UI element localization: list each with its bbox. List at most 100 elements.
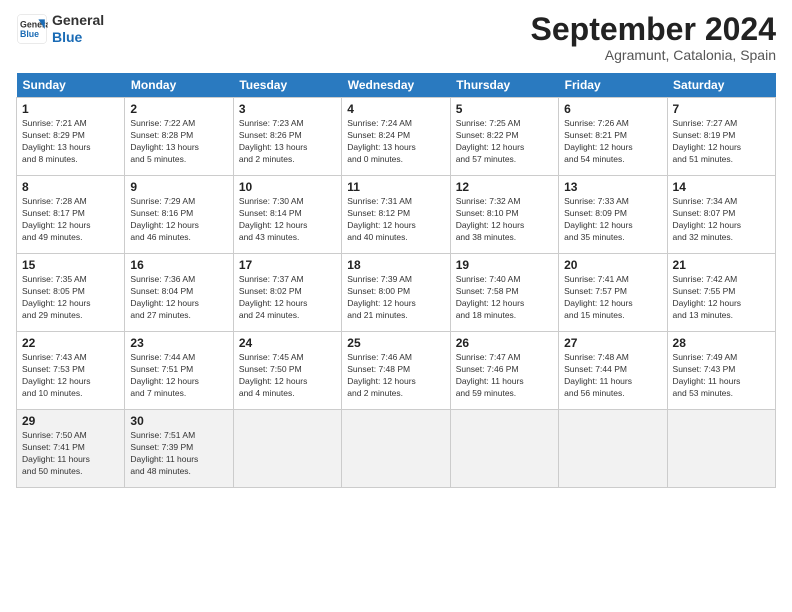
day-number: 24 bbox=[239, 336, 336, 350]
day-number: 21 bbox=[673, 258, 770, 272]
header-wednesday: Wednesday bbox=[342, 73, 450, 98]
day-info: Sunrise: 7:42 AM Sunset: 7:55 PM Dayligh… bbox=[673, 274, 770, 322]
day-info: Sunrise: 7:46 AM Sunset: 7:48 PM Dayligh… bbox=[347, 352, 444, 400]
day-info: Sunrise: 7:51 AM Sunset: 7:39 PM Dayligh… bbox=[130, 430, 227, 478]
day-number: 16 bbox=[130, 258, 227, 272]
calendar-row: 22Sunrise: 7:43 AM Sunset: 7:53 PM Dayli… bbox=[17, 332, 776, 410]
day-info: Sunrise: 7:25 AM Sunset: 8:22 PM Dayligh… bbox=[456, 118, 553, 166]
logo-general: General bbox=[52, 12, 104, 29]
table-row: 11Sunrise: 7:31 AM Sunset: 8:12 PM Dayli… bbox=[342, 176, 450, 254]
day-number: 7 bbox=[673, 102, 770, 116]
table-row: 6Sunrise: 7:26 AM Sunset: 8:21 PM Daylig… bbox=[559, 98, 667, 176]
table-row: 18Sunrise: 7:39 AM Sunset: 8:00 PM Dayli… bbox=[342, 254, 450, 332]
day-number: 29 bbox=[22, 414, 119, 428]
day-info: Sunrise: 7:41 AM Sunset: 7:57 PM Dayligh… bbox=[564, 274, 661, 322]
location-subtitle: Agramunt, Catalonia, Spain bbox=[531, 47, 776, 63]
day-info: Sunrise: 7:32 AM Sunset: 8:10 PM Dayligh… bbox=[456, 196, 553, 244]
day-info: Sunrise: 7:40 AM Sunset: 7:58 PM Dayligh… bbox=[456, 274, 553, 322]
table-row: 19Sunrise: 7:40 AM Sunset: 7:58 PM Dayli… bbox=[450, 254, 558, 332]
day-number: 28 bbox=[673, 336, 770, 350]
day-info: Sunrise: 7:28 AM Sunset: 8:17 PM Dayligh… bbox=[22, 196, 119, 244]
day-info: Sunrise: 7:27 AM Sunset: 8:19 PM Dayligh… bbox=[673, 118, 770, 166]
day-info: Sunrise: 7:36 AM Sunset: 8:04 PM Dayligh… bbox=[130, 274, 227, 322]
table-row: 25Sunrise: 7:46 AM Sunset: 7:48 PM Dayli… bbox=[342, 332, 450, 410]
day-number: 10 bbox=[239, 180, 336, 194]
page: General Blue General Blue September 2024… bbox=[0, 0, 792, 612]
day-number: 30 bbox=[130, 414, 227, 428]
day-number: 27 bbox=[564, 336, 661, 350]
day-info: Sunrise: 7:31 AM Sunset: 8:12 PM Dayligh… bbox=[347, 196, 444, 244]
day-info: Sunrise: 7:33 AM Sunset: 8:09 PM Dayligh… bbox=[564, 196, 661, 244]
day-number: 4 bbox=[347, 102, 444, 116]
table-row bbox=[667, 410, 775, 488]
header: General Blue General Blue September 2024… bbox=[16, 12, 776, 63]
table-row: 21 Sunrise: 7:42 AM Sunset: 7:55 PM Dayli… bbox=[667, 254, 775, 332]
day-info: Sunrise: 7:50 AM Sunset: 7:41 PM Dayligh… bbox=[22, 430, 119, 478]
table-row: 13 Sunrise: 7:33 AM Sunset: 8:09 PM Dayli… bbox=[559, 176, 667, 254]
logo-blue: Blue bbox=[52, 29, 104, 46]
day-info: Sunrise: 7:49 AM Sunset: 7:43 PM Dayligh… bbox=[673, 352, 770, 400]
header-sunday: Sunday bbox=[17, 73, 125, 98]
day-info: Sunrise: 7:43 AM Sunset: 7:53 PM Dayligh… bbox=[22, 352, 119, 400]
day-info: Sunrise: 7:48 AM Sunset: 7:44 PM Dayligh… bbox=[564, 352, 661, 400]
day-number: 2 bbox=[130, 102, 227, 116]
table-row: 1Sunrise: 7:21 AM Sunset: 8:29 PM Daylig… bbox=[17, 98, 125, 176]
svg-text:Blue: Blue bbox=[20, 29, 39, 39]
day-number: 8 bbox=[22, 180, 119, 194]
day-info: Sunrise: 7:35 AM Sunset: 8:05 PM Dayligh… bbox=[22, 274, 119, 322]
day-number: 23 bbox=[130, 336, 227, 350]
day-number: 26 bbox=[456, 336, 553, 350]
day-number: 14 bbox=[673, 180, 770, 194]
table-row: 14 Sunrise: 7:34 AM Sunset: 8:07 PM Dayli… bbox=[667, 176, 775, 254]
day-info: Sunrise: 7:24 AM Sunset: 8:24 PM Dayligh… bbox=[347, 118, 444, 166]
table-row: 16 Sunrise: 7:36 AM Sunset: 8:04 PM Dayli… bbox=[125, 254, 233, 332]
month-title: September 2024 bbox=[531, 12, 776, 47]
table-row bbox=[233, 410, 341, 488]
calendar-table: Sunday Monday Tuesday Wednesday Thursday… bbox=[16, 73, 776, 488]
title-block: September 2024 Agramunt, Catalonia, Spai… bbox=[531, 12, 776, 63]
day-info: Sunrise: 7:22 AM Sunset: 8:28 PM Dayligh… bbox=[130, 118, 227, 166]
calendar-row: 1Sunrise: 7:21 AM Sunset: 8:29 PM Daylig… bbox=[17, 98, 776, 176]
day-number: 3 bbox=[239, 102, 336, 116]
table-row: 30 Sunrise: 7:51 AM Sunset: 7:39 PM Dayli… bbox=[125, 410, 233, 488]
table-row: 12 Sunrise: 7:32 AM Sunset: 8:10 PM Dayli… bbox=[450, 176, 558, 254]
calendar-row: 15Sunrise: 7:35 AM Sunset: 8:05 PM Dayli… bbox=[17, 254, 776, 332]
day-number: 12 bbox=[456, 180, 553, 194]
table-row: 7 Sunrise: 7:27 AM Sunset: 8:19 PM Daylig… bbox=[667, 98, 775, 176]
day-info: Sunrise: 7:45 AM Sunset: 7:50 PM Dayligh… bbox=[239, 352, 336, 400]
table-row: 28 Sunrise: 7:49 AM Sunset: 7:43 PM Dayli… bbox=[667, 332, 775, 410]
table-row: 8 Sunrise: 7:28 AM Sunset: 8:17 PM Daylig… bbox=[17, 176, 125, 254]
table-row: 17Sunrise: 7:37 AM Sunset: 8:02 PM Dayli… bbox=[233, 254, 341, 332]
table-row: 26Sunrise: 7:47 AM Sunset: 7:46 PM Dayli… bbox=[450, 332, 558, 410]
day-number: 20 bbox=[564, 258, 661, 272]
table-row: 23 Sunrise: 7:44 AM Sunset: 7:51 PM Dayli… bbox=[125, 332, 233, 410]
weekday-header-row: Sunday Monday Tuesday Wednesday Thursday… bbox=[17, 73, 776, 98]
table-row bbox=[559, 410, 667, 488]
header-tuesday: Tuesday bbox=[233, 73, 341, 98]
day-info: Sunrise: 7:34 AM Sunset: 8:07 PM Dayligh… bbox=[673, 196, 770, 244]
table-row: 27 Sunrise: 7:48 AM Sunset: 7:44 PM Dayli… bbox=[559, 332, 667, 410]
table-row: 5 Sunrise: 7:25 AM Sunset: 8:22 PM Daylig… bbox=[450, 98, 558, 176]
day-number: 5 bbox=[456, 102, 553, 116]
table-row: 4 Sunrise: 7:24 AM Sunset: 8:24 PM Daylig… bbox=[342, 98, 450, 176]
day-info: Sunrise: 7:29 AM Sunset: 8:16 PM Dayligh… bbox=[130, 196, 227, 244]
table-row: 9Sunrise: 7:29 AM Sunset: 8:16 PM Daylig… bbox=[125, 176, 233, 254]
day-info: Sunrise: 7:44 AM Sunset: 7:51 PM Dayligh… bbox=[130, 352, 227, 400]
calendar-row: 8 Sunrise: 7:28 AM Sunset: 8:17 PM Daylig… bbox=[17, 176, 776, 254]
calendar-row: 29 Sunrise: 7:50 AM Sunset: 7:41 PM Dayli… bbox=[17, 410, 776, 488]
day-info: Sunrise: 7:39 AM Sunset: 8:00 PM Dayligh… bbox=[347, 274, 444, 322]
day-info: Sunrise: 7:30 AM Sunset: 8:14 PM Dayligh… bbox=[239, 196, 336, 244]
header-friday: Friday bbox=[559, 73, 667, 98]
header-saturday: Saturday bbox=[667, 73, 775, 98]
table-row: 20 Sunrise: 7:41 AM Sunset: 7:57 PM Dayli… bbox=[559, 254, 667, 332]
logo: General Blue General Blue bbox=[16, 12, 104, 46]
table-row: 2 Sunrise: 7:22 AM Sunset: 8:28 PM Daylig… bbox=[125, 98, 233, 176]
header-monday: Monday bbox=[125, 73, 233, 98]
day-number: 13 bbox=[564, 180, 661, 194]
day-info: Sunrise: 7:23 AM Sunset: 8:26 PM Dayligh… bbox=[239, 118, 336, 166]
table-row: 10 Sunrise: 7:30 AM Sunset: 8:14 PM Dayli… bbox=[233, 176, 341, 254]
header-thursday: Thursday bbox=[450, 73, 558, 98]
table-row bbox=[450, 410, 558, 488]
table-row: 15Sunrise: 7:35 AM Sunset: 8:05 PM Dayli… bbox=[17, 254, 125, 332]
day-info: Sunrise: 7:26 AM Sunset: 8:21 PM Dayligh… bbox=[564, 118, 661, 166]
